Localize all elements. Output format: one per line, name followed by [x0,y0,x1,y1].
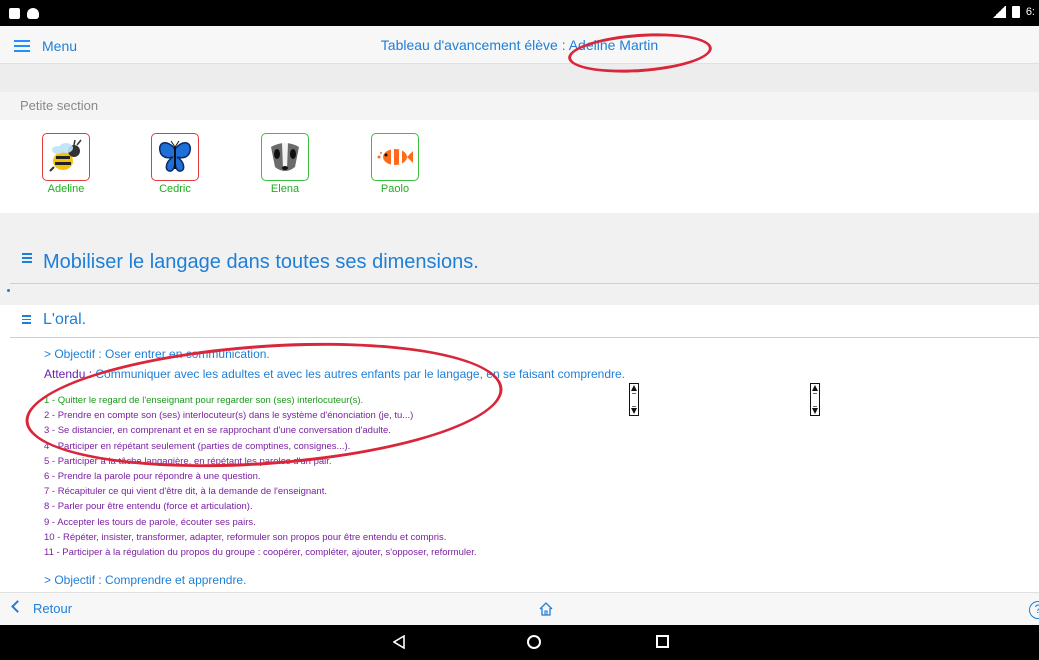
student-avatar[interactable] [42,133,90,181]
butterfly-icon [158,140,192,172]
page-title: Tableau d'avancement élève : Adeline Mar… [380,37,659,53]
level-stepper[interactable] [810,383,820,416]
bee-icon [49,139,82,172]
competency-item[interactable]: 7 - Récapituler ce qui vient d'être dit,… [44,484,477,499]
nav-back-icon[interactable] [393,635,405,649]
student-name: Paolo [380,183,410,195]
clownfish-icon [377,149,413,165]
level-stepper[interactable] [629,383,639,416]
competency-item[interactable]: 11 - Participer à la régulation du propo… [44,545,477,560]
student-elena[interactable]: Elena [261,133,309,195]
status-right: 6: [991,6,1035,18]
status-time: 6: [1025,6,1035,18]
student-paolo[interactable]: Paolo [371,133,419,195]
stepper-grip-icon [813,393,817,407]
stepper-down-icon[interactable] [812,408,818,414]
bullet-dot [7,289,10,292]
domain-list-icon[interactable] [22,253,32,265]
student-avatar[interactable] [261,133,309,181]
student-name: Adeline [47,183,85,195]
subdomain-list-icon[interactable] [22,315,31,326]
stepper-down-icon[interactable] [631,408,637,414]
objective-2[interactable]: > Objectif : Comprendre et apprendre. [44,573,246,587]
competency-item[interactable]: 6 - Prendre la parole pour répondre à un… [44,469,477,484]
student-name: Elena [270,183,300,195]
chevron-left-icon[interactable] [11,600,24,613]
badger-icon [271,143,299,171]
bottom-bar: Retour ? [0,592,1039,625]
battery-icon [1011,6,1020,18]
help-icon[interactable]: ? [1029,601,1039,619]
android-nav-bar [0,625,1039,660]
top-bar: Menu Tableau d'avancement élève : Adelin… [0,26,1039,64]
student-cedric[interactable]: Cedric [151,133,199,195]
signal-icon [991,6,1006,18]
toolbar-band [0,64,1039,92]
section-label: Petite section [20,98,99,113]
stepper-up-icon[interactable] [631,385,637,391]
status-bar: 6: [0,0,1039,26]
competency-item[interactable]: 9 - Accepter les tours de parole, écoute… [44,515,477,530]
student-avatar[interactable] [371,133,419,181]
student-adeline[interactable]: Adeline [42,133,90,195]
home-icon[interactable] [538,601,554,617]
competency-item[interactable]: 8 - Parler pour être entendu (force et a… [44,499,477,514]
domain-heading[interactable]: Mobiliser le langage dans toutes ses dim… [43,251,479,274]
section-band [0,92,1039,120]
divider [10,283,1039,284]
nav-home-icon[interactable] [527,635,541,649]
stepper-grip-icon [632,393,636,407]
back-button[interactable]: Retour [33,601,72,616]
student-avatar[interactable] [151,133,199,181]
notification-icon [9,8,20,19]
stepper-up-icon[interactable] [812,385,818,391]
divider [10,337,1039,338]
competency-item[interactable]: 10 - Répéter, insister, transformer, ada… [44,530,477,545]
subdomain-heading[interactable]: L'oral. [43,311,86,329]
app-screen: 6: Menu Tableau d'avancement élève : Ade… [0,0,1039,660]
android-icon [27,8,39,19]
student-name: Cedric [159,183,191,195]
nav-recent-apps-icon[interactable] [656,635,669,648]
